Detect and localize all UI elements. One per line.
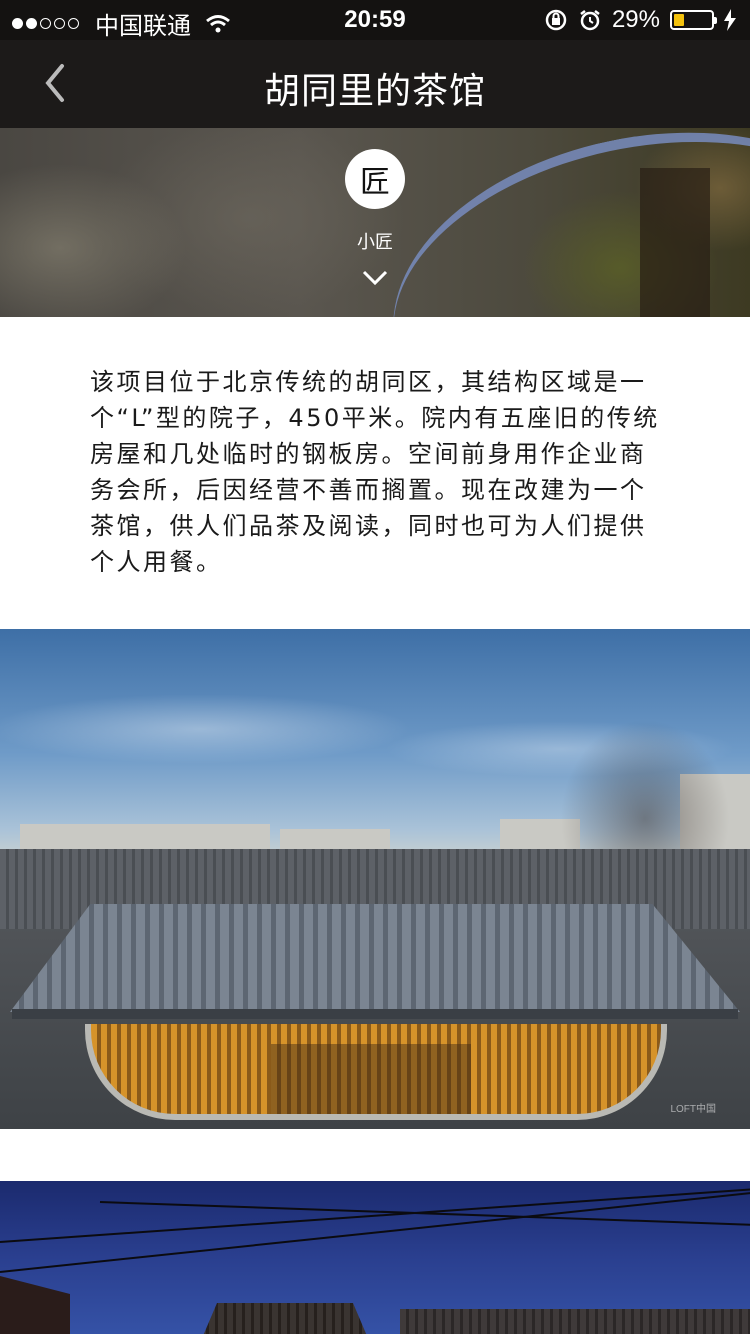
photo-house-silhouette (0, 1276, 70, 1334)
battery-percent: 29% (611, 6, 660, 33)
rotation-lock-icon (545, 9, 567, 31)
photo-interior-shadow (271, 1044, 471, 1114)
photo-tiled-roof (10, 904, 740, 1012)
battery-fill (674, 14, 685, 26)
status-bar: 中国联通 20:59 29% (0, 0, 750, 40)
status-right: 29% (544, 6, 736, 34)
navigation-bar: 胡同里的茶馆 (0, 40, 750, 128)
author-name[interactable]: 小匠 (0, 228, 750, 254)
charging-icon (724, 9, 736, 31)
photo-watermark: LOFT中国 (670, 1104, 716, 1115)
battery-icon (670, 10, 717, 30)
author-avatar[interactable]: 匠 (345, 149, 405, 209)
author-banner: 匠 小匠 (0, 128, 750, 317)
page-title: 胡同里的茶馆 (263, 71, 486, 112)
alarm-icon (580, 10, 600, 31)
avatar-logo-glyph: 匠 (360, 165, 390, 200)
photo-power-line (0, 1187, 750, 1243)
article-photo-hutong-dusk[interactable] (0, 1181, 750, 1334)
article-description: 该项目位于北京传统的胡同区，其结构区域是一个“L”型的院子，450平米。院内有五… (90, 368, 660, 576)
photo-lit-opening (85, 1024, 667, 1120)
photo-roof-edge (12, 1009, 738, 1019)
chevron-down-icon[interactable] (361, 268, 389, 288)
article-photo-teahouse-roof[interactable]: LOFT中国 (0, 629, 750, 1129)
photo-roof-silhouette (200, 1303, 370, 1334)
photo-roof-silhouette (400, 1309, 750, 1334)
photo-power-line (99, 1201, 750, 1227)
